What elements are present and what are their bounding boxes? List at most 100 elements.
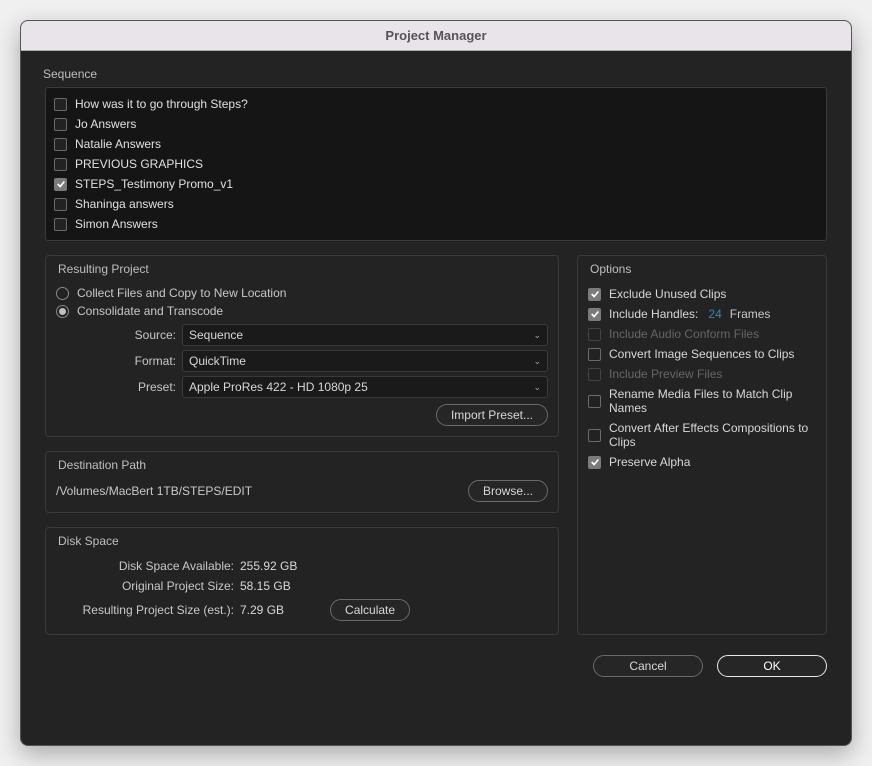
format-select[interactable]: QuickTime ⌄ xyxy=(182,350,548,372)
radio-collect-row[interactable]: Collect Files and Copy to New Location xyxy=(56,284,548,302)
radio-consolidate[interactable] xyxy=(56,305,69,318)
radio-consolidate-label: Consolidate and Transcode xyxy=(77,304,223,318)
sequence-item[interactable]: STEPS_Testimony Promo_v1 xyxy=(50,174,822,194)
option-label: Include Handles: xyxy=(609,307,698,321)
sequence-item-label: Natalie Answers xyxy=(75,137,161,151)
ok-button[interactable]: OK xyxy=(717,655,827,677)
source-value: Sequence xyxy=(189,328,243,342)
disk-orig-value: 58.15 GB xyxy=(240,579,291,593)
sequence-item-label: Jo Answers xyxy=(75,117,136,131)
sequence-list[interactable]: How was it to go through Steps? Jo Answer… xyxy=(45,87,827,241)
dialog-footer: Cancel OK xyxy=(45,649,827,677)
chevron-down-icon: ⌄ xyxy=(533,382,541,393)
sequence-item-label: Simon Answers xyxy=(75,217,158,231)
sequence-item-label: Shaninga answers xyxy=(75,197,174,211)
preset-select[interactable]: Apple ProRes 422 - HD 1080p 25 ⌄ xyxy=(182,376,548,398)
option-row: Include Preview Files xyxy=(588,364,816,384)
sequence-item-label: PREVIOUS GRAPHICS xyxy=(75,157,203,171)
option-checkbox[interactable] xyxy=(588,288,601,301)
import-preset-row: Import Preset... xyxy=(56,404,548,426)
calculate-button[interactable]: Calculate xyxy=(330,599,410,621)
cancel-button[interactable]: Cancel xyxy=(593,655,703,677)
sequence-checkbox[interactable] xyxy=(54,138,67,151)
disk-space-title: Disk Space xyxy=(54,534,123,548)
options-group: Options Exclude Unused Clips Include Hand… xyxy=(577,255,827,635)
window-title: Project Manager xyxy=(21,21,851,51)
destination-row: /Volumes/MacBert 1TB/STEPS/EDIT Browse..… xyxy=(56,480,548,502)
resulting-project-title: Resulting Project xyxy=(54,262,153,276)
sequence-checkbox[interactable] xyxy=(54,98,67,111)
sequence-item[interactable]: Shaninga answers xyxy=(50,194,822,214)
option-row[interactable]: Preserve Alpha xyxy=(588,452,816,472)
destination-group: Destination Path /Volumes/MacBert 1TB/ST… xyxy=(45,451,559,513)
radio-consolidate-row[interactable]: Consolidate and Transcode xyxy=(56,302,548,320)
option-label: Exclude Unused Clips xyxy=(609,287,726,301)
disk-est-value: 7.29 GB xyxy=(240,603,284,617)
option-row[interactable]: Convert Image Sequences to Clips xyxy=(588,344,816,364)
sequence-checkbox[interactable] xyxy=(54,178,67,191)
sequence-item-label: How was it to go through Steps? xyxy=(75,97,248,111)
destination-path: /Volumes/MacBert 1TB/STEPS/EDIT xyxy=(56,480,252,502)
disk-est-label: Resulting Project Size (est.): xyxy=(56,603,234,617)
options-list: Exclude Unused Clips Include Handles: 24 F… xyxy=(588,284,816,472)
option-label: Include Audio Conform Files xyxy=(609,327,759,341)
resulting-project-group: Resulting Project Collect Files and Copy… xyxy=(45,255,559,437)
option-label: Preserve Alpha xyxy=(609,455,690,469)
sequence-checkbox[interactable] xyxy=(54,158,67,171)
sequence-item[interactable]: Natalie Answers xyxy=(50,134,822,154)
sequence-item-label: STEPS_Testimony Promo_v1 xyxy=(75,177,233,191)
source-select[interactable]: Sequence ⌄ xyxy=(182,324,548,346)
option-checkbox[interactable] xyxy=(588,348,601,361)
disk-est-row: Resulting Project Size (est.): 7.29 GB C… xyxy=(56,596,548,624)
source-row: Source: Sequence ⌄ xyxy=(56,324,548,346)
option-checkbox[interactable] xyxy=(588,456,601,469)
option-row[interactable]: Exclude Unused Clips xyxy=(588,284,816,304)
sequence-checkbox[interactable] xyxy=(54,118,67,131)
preset-row: Preset: Apple ProRes 422 - HD 1080p 25 ⌄ xyxy=(56,376,548,398)
options-title: Options xyxy=(586,262,635,276)
option-row: Include Audio Conform Files xyxy=(588,324,816,344)
option-checkbox xyxy=(588,368,601,381)
disk-orig-label: Original Project Size: xyxy=(56,579,234,593)
sequence-item[interactable]: How was it to go through Steps? xyxy=(50,94,822,114)
project-manager-window: Project Manager Sequence How was it to g… xyxy=(20,20,852,746)
option-checkbox[interactable] xyxy=(588,308,601,321)
sequence-checkbox[interactable] xyxy=(54,198,67,211)
option-checkbox[interactable] xyxy=(588,429,601,442)
left-column: Resulting Project Collect Files and Copy… xyxy=(45,255,559,635)
sequence-item[interactable]: Jo Answers xyxy=(50,114,822,134)
sequence-section: Sequence How was it to go through Steps?… xyxy=(45,67,827,241)
middle-columns: Resulting Project Collect Files and Copy… xyxy=(45,255,827,635)
sequence-title: Sequence xyxy=(43,67,827,81)
disk-avail-row: Disk Space Available: 255.92 GB xyxy=(56,556,548,576)
option-checkbox[interactable] xyxy=(588,395,601,408)
sequence-item[interactable]: Simon Answers xyxy=(50,214,822,234)
option-label: Convert After Effects Compositions to Cl… xyxy=(609,421,816,449)
option-row[interactable]: Rename Media Files to Match Clip Names xyxy=(588,384,816,418)
disk-avail-label: Disk Space Available: xyxy=(56,559,234,573)
handles-suffix: Frames xyxy=(730,307,771,321)
disk-orig-row: Original Project Size: 58.15 GB xyxy=(56,576,548,596)
option-checkbox xyxy=(588,328,601,341)
option-row[interactable]: Convert After Effects Compositions to Cl… xyxy=(588,418,816,452)
disk-avail-value: 255.92 GB xyxy=(240,559,297,573)
right-column: Options Exclude Unused Clips Include Hand… xyxy=(577,255,827,635)
chevron-down-icon: ⌄ xyxy=(533,330,541,341)
radio-collect[interactable] xyxy=(56,287,69,300)
option-row[interactable]: Include Handles: 24 Frames xyxy=(588,304,816,324)
format-row: Format: QuickTime ⌄ xyxy=(56,350,548,372)
disk-space-group: Disk Space Disk Space Available: 255.92 … xyxy=(45,527,559,635)
browse-button[interactable]: Browse... xyxy=(468,480,548,502)
option-label: Convert Image Sequences to Clips xyxy=(609,347,794,361)
window-content: Sequence How was it to go through Steps?… xyxy=(21,51,851,745)
destination-title: Destination Path xyxy=(54,458,150,472)
handles-value[interactable]: 24 xyxy=(708,307,721,321)
preset-value: Apple ProRes 422 - HD 1080p 25 xyxy=(189,380,368,394)
source-label: Source: xyxy=(56,328,176,342)
option-label: Rename Media Files to Match Clip Names xyxy=(609,387,816,415)
sequence-item[interactable]: PREVIOUS GRAPHICS xyxy=(50,154,822,174)
format-value: QuickTime xyxy=(189,354,246,368)
preset-label: Preset: xyxy=(56,380,176,394)
import-preset-button[interactable]: Import Preset... xyxy=(436,404,548,426)
sequence-checkbox[interactable] xyxy=(54,218,67,231)
